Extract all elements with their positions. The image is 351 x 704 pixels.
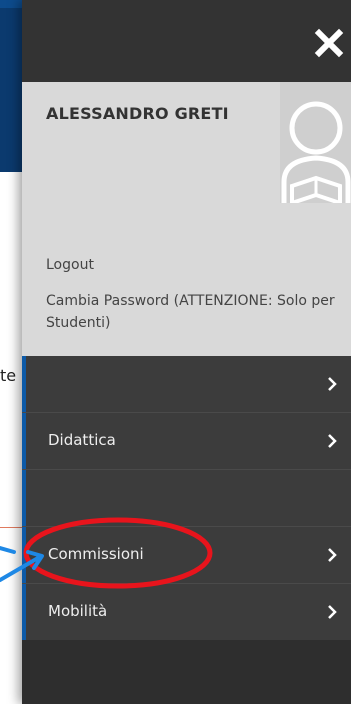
logout-link[interactable]: Logout <box>46 254 94 276</box>
chevron-right-icon <box>328 548 337 562</box>
drawer-footer <box>22 640 351 704</box>
drawer-menu: Didattica Commissioni Mobilità <box>22 356 351 641</box>
menu-item-mobilita[interactable]: Mobilità <box>22 584 351 641</box>
side-drawer: ALESSANDRO GRETI Logout Cambia Password … <box>22 0 351 704</box>
user-avatar-icon <box>280 82 351 203</box>
menu-item-label: Mobilità <box>48 602 108 620</box>
user-name: ALESSANDRO GRETI <box>46 104 229 123</box>
chevron-right-icon <box>328 377 337 391</box>
close-icon <box>314 28 344 58</box>
change-password-link[interactable]: Cambia Password (ATTENZIONE: Solo per St… <box>46 290 341 334</box>
menu-item-didattica[interactable]: Didattica <box>22 413 351 470</box>
avatar <box>280 82 351 203</box>
menu-item-label: Didattica <box>48 431 116 449</box>
menu-item-commissioni[interactable]: Commissioni <box>22 527 351 584</box>
menu-item-label: Commissioni <box>48 545 144 563</box>
menu-item-unlabeled[interactable] <box>22 356 351 413</box>
chevron-right-icon <box>328 605 337 619</box>
menu-item-empty[interactable] <box>22 470 351 527</box>
chevron-right-icon <box>328 434 337 448</box>
close-button[interactable] <box>309 22 349 64</box>
drawer-header <box>22 0 351 82</box>
